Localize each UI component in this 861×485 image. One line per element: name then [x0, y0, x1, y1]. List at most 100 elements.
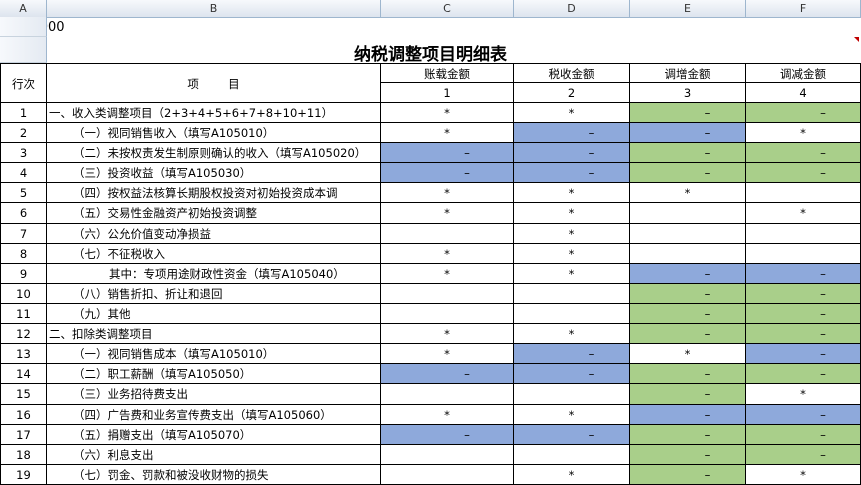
amount-cell-f[interactable]: –: [746, 425, 861, 445]
amount-cell-d[interactable]: –: [514, 425, 630, 445]
amount-cell-e[interactable]: –: [630, 123, 746, 143]
amount-cell-c[interactable]: [381, 465, 514, 485]
amount-cell-c[interactable]: *: [381, 405, 514, 425]
amount-cell-e[interactable]: –: [630, 324, 746, 344]
amount-cell-c[interactable]: *: [381, 244, 514, 264]
item-cell[interactable]: （三）业务招待费支出: [47, 384, 381, 405]
amount-cell-f[interactable]: [746, 224, 861, 244]
amount-cell-d[interactable]: *: [514, 103, 630, 123]
amount-cell-c[interactable]: *: [381, 344, 514, 364]
item-cell[interactable]: （七）不征税收入: [47, 244, 381, 264]
amount-cell-e[interactable]: –: [630, 103, 746, 123]
amount-cell-c[interactable]: *: [381, 324, 514, 344]
amount-cell-c[interactable]: –: [381, 364, 514, 384]
item-cell[interactable]: （六）公允价值变动净损益: [47, 224, 381, 244]
column-header-b[interactable]: B: [47, 0, 381, 17]
amount-cell-d[interactable]: *: [514, 465, 630, 485]
amount-cell-f[interactable]: –: [746, 264, 861, 284]
amount-cell-d[interactable]: [514, 284, 630, 304]
amount-cell-d[interactable]: *: [514, 324, 630, 344]
item-cell[interactable]: （六）利息支出: [47, 445, 381, 465]
amount-cell-d[interactable]: *: [514, 183, 630, 203]
amount-cell-d[interactable]: –: [514, 123, 630, 143]
amount-cell-f[interactable]: –: [746, 163, 861, 183]
amount-cell-e[interactable]: –: [630, 264, 746, 284]
column-header-d[interactable]: D: [514, 0, 630, 17]
amount-cell-c[interactable]: –: [381, 163, 514, 183]
amount-cell-f[interactable]: –: [746, 284, 861, 304]
item-cell[interactable]: （四）按权益法核算长期股权投资对初始投资成本调: [47, 183, 381, 203]
item-cell[interactable]: 一、收入类调整项目（2+3+4+5+6+7+8+10+11）: [47, 103, 381, 123]
amount-cell-f[interactable]: –: [746, 405, 861, 425]
amount-cell-f[interactable]: –: [746, 344, 861, 364]
amount-cell-f[interactable]: –: [746, 324, 861, 344]
amount-cell-c[interactable]: *: [381, 183, 514, 203]
item-cell[interactable]: （五）捐赠支出（填写A105070）: [47, 425, 381, 445]
amount-cell-c[interactable]: *: [381, 123, 514, 143]
amount-cell-f[interactable]: –: [746, 445, 861, 465]
amount-cell-c[interactable]: –: [381, 425, 514, 445]
amount-cell-e[interactable]: [630, 224, 746, 244]
amount-cell-d[interactable]: *: [514, 244, 630, 264]
amount-cell-d[interactable]: *: [514, 264, 630, 284]
item-cell[interactable]: （四）广告费和业务宣传费支出（填写A105060）: [47, 405, 381, 425]
amount-cell-e[interactable]: –: [630, 384, 746, 405]
item-cell[interactable]: （八）销售折扣、折让和退回: [47, 284, 381, 304]
amount-cell-d[interactable]: [514, 304, 630, 324]
amount-cell-c[interactable]: *: [381, 203, 514, 224]
amount-cell-d[interactable]: –: [514, 143, 630, 163]
amount-cell-e[interactable]: –: [630, 425, 746, 445]
amount-cell-f[interactable]: [746, 183, 861, 203]
amount-cell-c[interactable]: [381, 304, 514, 324]
item-cell[interactable]: （一）视同销售成本（填写A105010）: [47, 344, 381, 364]
item-cell[interactable]: （二）未按权责发生制原则确认的收入（填写A105020）: [47, 143, 381, 163]
amount-cell-f[interactable]: *: [746, 384, 861, 405]
row-header-1[interactable]: [0, 17, 47, 37]
item-cell[interactable]: （二）职工薪酬（填写A105050）: [47, 364, 381, 384]
column-header-a[interactable]: A: [0, 0, 47, 17]
column-header-f[interactable]: F: [746, 0, 861, 17]
item-cell[interactable]: （三）投资收益（填写A105030）: [47, 163, 381, 183]
amount-cell-f[interactable]: –: [746, 103, 861, 123]
amount-cell-e[interactable]: –: [630, 143, 746, 163]
amount-cell-c[interactable]: *: [381, 264, 514, 284]
amount-cell-e[interactable]: –: [630, 445, 746, 465]
amount-cell-e[interactable]: –: [630, 163, 746, 183]
column-header-e[interactable]: E: [630, 0, 746, 17]
item-cell[interactable]: （五）交易性金融资产初始投资调整: [47, 203, 381, 224]
amount-cell-c[interactable]: –: [381, 143, 514, 163]
item-cell[interactable]: （九）其他: [47, 304, 381, 324]
amount-cell-f[interactable]: –: [746, 143, 861, 163]
row-header-2[interactable]: [0, 37, 47, 63]
amount-cell-d[interactable]: –: [514, 344, 630, 364]
amount-cell-d[interactable]: *: [514, 224, 630, 244]
item-cell[interactable]: （一）视同销售收入（填写A105010）: [47, 123, 381, 143]
amount-cell-d[interactable]: [514, 384, 630, 405]
amount-cell-c[interactable]: [381, 224, 514, 244]
amount-cell-d[interactable]: *: [514, 405, 630, 425]
amount-cell-d[interactable]: [514, 445, 630, 465]
amount-cell-e[interactable]: –: [630, 405, 746, 425]
column-header-c[interactable]: C: [381, 0, 514, 17]
amount-cell-e[interactable]: [630, 203, 746, 224]
item-cell[interactable]: （七）罚金、罚款和被没收财物的损失: [47, 465, 381, 485]
amount-cell-f[interactable]: –: [746, 304, 861, 324]
amount-cell-c[interactable]: [381, 284, 514, 304]
amount-cell-e[interactable]: –: [630, 465, 746, 485]
amount-cell-c[interactable]: *: [381, 103, 514, 123]
item-cell[interactable]: 其中：专项用途财政性资金（填写A105040）: [47, 264, 381, 284]
amount-cell-f[interactable]: –: [746, 364, 861, 384]
amount-cell-c[interactable]: [381, 384, 514, 405]
amount-cell-e[interactable]: –: [630, 304, 746, 324]
amount-cell-f[interactable]: *: [746, 465, 861, 485]
amount-cell-f[interactable]: [746, 244, 861, 264]
amount-cell-e[interactable]: –: [630, 284, 746, 304]
item-cell[interactable]: 二、扣除类调整项目: [47, 324, 381, 344]
amount-cell-d[interactable]: –: [514, 364, 630, 384]
amount-cell-e[interactable]: [630, 244, 746, 264]
amount-cell-f[interactable]: *: [746, 203, 861, 224]
amount-cell-e[interactable]: *: [630, 344, 746, 364]
amount-cell-e[interactable]: *: [630, 183, 746, 203]
amount-cell-c[interactable]: [381, 445, 514, 465]
amount-cell-f[interactable]: *: [746, 123, 861, 143]
